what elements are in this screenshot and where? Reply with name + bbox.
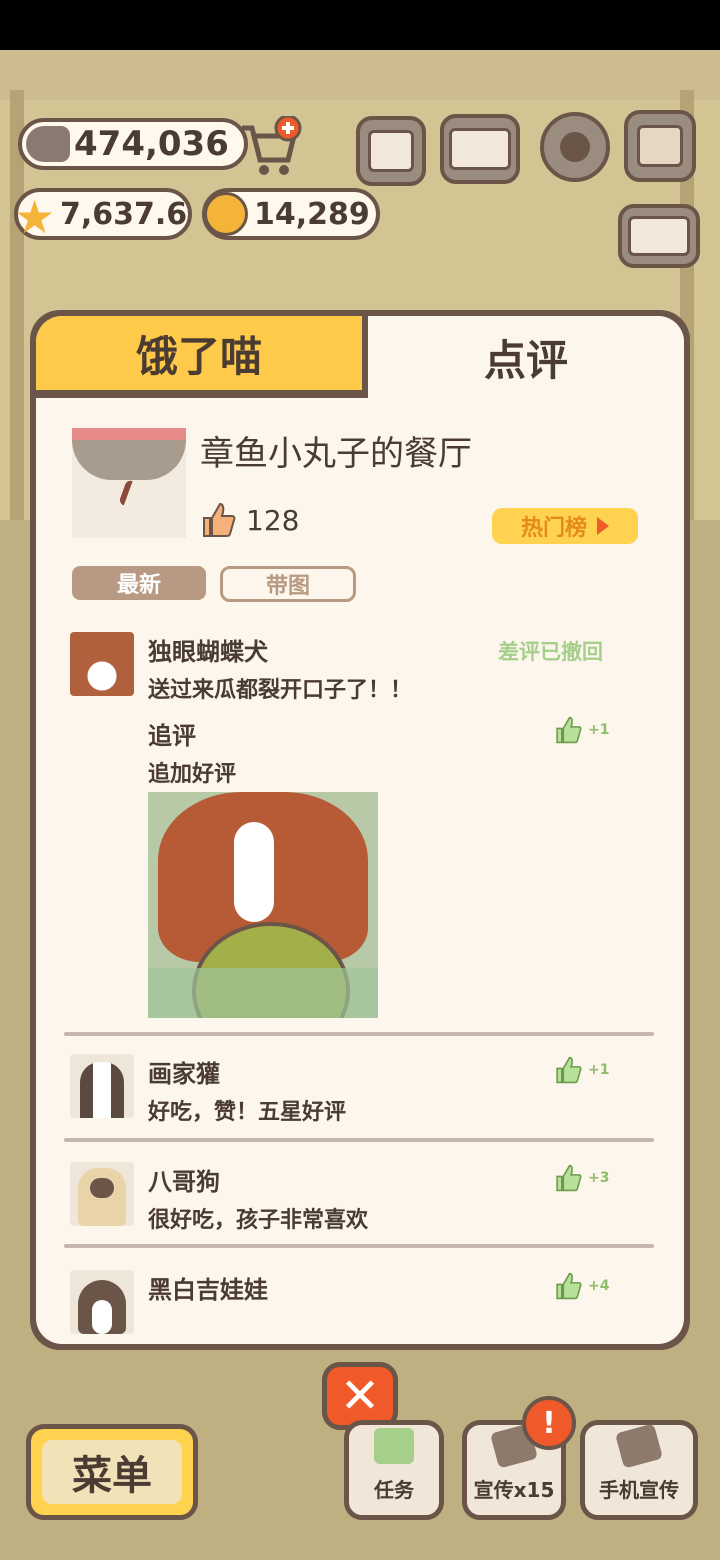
thumbs-up-icon [556, 1056, 582, 1084]
phone-flyer-icon [615, 1423, 663, 1469]
bell-counter: 14,289 [202, 188, 380, 240]
shop-likes: 128 [200, 502, 299, 538]
review-like-button[interactable]: +4 [554, 1272, 609, 1300]
phone-promo-button[interactable]: 手机宣传 [580, 1420, 698, 1520]
status-bar [0, 0, 720, 50]
reviewer-name: 画家獾 [148, 1060, 220, 1088]
photo-dog-face [234, 822, 274, 922]
tab-reviews[interactable]: 点评 [362, 316, 684, 398]
sort-toggle-button[interactable] [618, 204, 700, 268]
recipe-book-button[interactable] [440, 114, 520, 184]
reviewer-avatar-chihuahua [70, 1270, 134, 1334]
star-icon: ★ [14, 190, 56, 244]
settings-button[interactable] [540, 112, 610, 182]
fish-icon [26, 126, 70, 162]
reviewer-name: 黑白吉娃娃 [148, 1276, 268, 1304]
followup-title: 追评 [148, 722, 196, 750]
review-like-count: +4 [588, 1278, 610, 1294]
negative-review-revoked: 差评已撤回 [498, 640, 603, 664]
review-divider [64, 1244, 654, 1248]
avatar-art [70, 632, 134, 696]
followup-like-count: +1 [588, 722, 610, 738]
hot-ranking-label: 热门榜 [520, 516, 587, 541]
review-text: 好吃，赞！五星好评 [148, 1100, 347, 1125]
tab-divider [36, 390, 366, 398]
followup-text: 追加好评 [148, 762, 237, 787]
thumbs-up-icon [556, 716, 582, 744]
newspaper-button[interactable] [356, 116, 426, 186]
shop-button[interactable] [624, 110, 696, 182]
reviewer-name: 八哥狗 [148, 1168, 220, 1196]
review-divider [64, 1032, 654, 1036]
menu-button[interactable]: 菜单 [26, 1424, 198, 1520]
star-counter: ★ 7,637.6 [14, 188, 192, 244]
reviewer-avatar-pug [70, 1162, 134, 1226]
star-count: 7,637.6 [60, 196, 188, 232]
promo-label: 宣传x15 [473, 1478, 555, 1502]
task-label: 任务 [374, 1478, 414, 1502]
review-like-count: +1 [588, 1062, 610, 1078]
shop-name: 章鱼小丸子的餐厅 [200, 434, 472, 474]
play-arrow-icon [597, 517, 609, 535]
fish-counter: 474,036 [18, 118, 248, 170]
thumbs-up-icon [203, 502, 236, 537]
review-item: 画家獾 +1 好吃，赞！五星好评 [36, 1054, 684, 1134]
thumbs-up-icon [556, 1164, 582, 1192]
photo-table [148, 968, 378, 1018]
book-icon [449, 128, 511, 170]
filter-with-image[interactable]: 带图 [220, 566, 356, 602]
avatar-art [80, 1062, 124, 1118]
review-item: 八哥狗 +3 很好吃，孩子非常喜欢 [36, 1162, 684, 1242]
reviewer-avatar-badger [70, 1054, 134, 1118]
avatar-art-face [90, 1178, 114, 1198]
shop-avatar [72, 428, 186, 538]
hot-ranking-button[interactable]: 热门榜 [492, 508, 638, 544]
checklist-icon [374, 1428, 414, 1464]
review-photo[interactable] [148, 792, 378, 1018]
bell-count: 14,289 [254, 196, 370, 232]
fish-count: 474,036 [74, 124, 229, 164]
avatar-art-face [92, 1300, 112, 1334]
cart-plus-icon [242, 114, 302, 175]
review-panel-body: 饿了喵 点评 章鱼小丸子的餐厅 128 热门榜 最新 带图 独眼蝴蝶犬 差评已撤… [36, 316, 684, 1344]
followup-like-button[interactable]: +1 [554, 716, 609, 744]
bell-icon [204, 192, 248, 236]
review-panel: 饿了喵 点评 章鱼小丸子的餐厅 128 热门榜 最新 带图 独眼蝴蝶犬 差评已撤… [30, 310, 690, 1350]
review-text: 送过来瓜都裂开口子了！！ [148, 678, 413, 703]
newspaper-icon [368, 130, 414, 172]
cat-mouth [118, 479, 148, 511]
exclamation-icon: ! [542, 1405, 556, 1441]
review-item: 黑白吉娃娃 +4 [36, 1270, 684, 1344]
filter-latest[interactable]: 最新 [72, 566, 206, 600]
alert-badge: ! [522, 1396, 576, 1450]
task-button[interactable]: 任务 [344, 1420, 444, 1520]
phone-promo-label: 手机宣传 [599, 1478, 679, 1502]
avatar-fur [72, 440, 186, 480]
shop-cart-button[interactable] [238, 114, 302, 178]
thumbs-up-icon [556, 1272, 582, 1300]
review-like-button[interactable]: +3 [554, 1164, 609, 1192]
review-divider [64, 1138, 654, 1142]
reviewer-avatar-butterfly-dog [70, 632, 134, 696]
likes-count: 128 [246, 503, 300, 537]
sort-icon [628, 216, 690, 256]
storefront-icon [637, 125, 683, 167]
gear-icon [560, 132, 590, 162]
menu-label: 菜单 [42, 1440, 182, 1504]
reviewer-name: 独眼蝴蝶犬 [148, 638, 268, 666]
review-like-button[interactable]: +1 [554, 1056, 609, 1084]
review-text: 很好吃，孩子非常喜欢 [148, 1208, 369, 1233]
tab-hungry-cat[interactable]: 饿了喵 [36, 316, 362, 398]
close-icon: ✕ [339, 1368, 381, 1424]
review-like-count: +3 [588, 1170, 610, 1186]
